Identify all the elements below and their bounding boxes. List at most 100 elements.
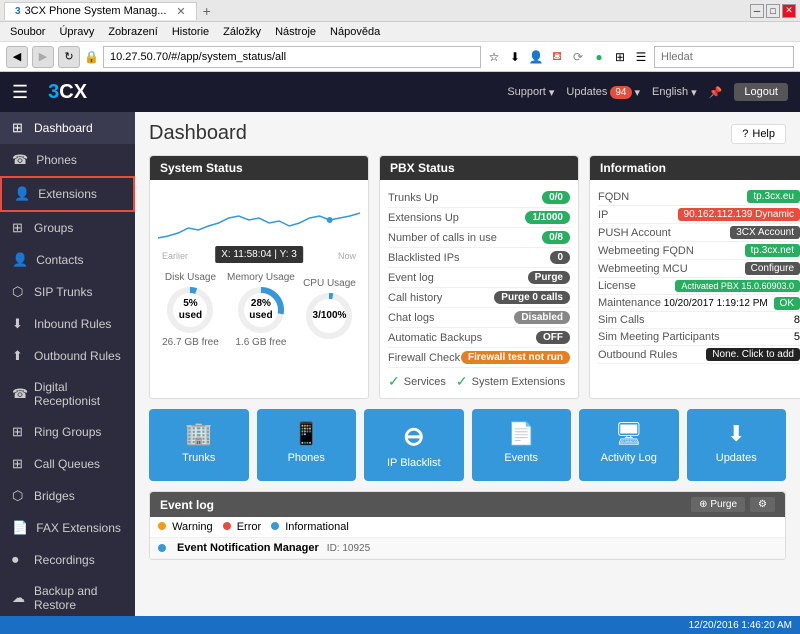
- event-type-dot: [158, 544, 166, 552]
- back-btn[interactable]: ◀: [6, 46, 28, 68]
- pbx-firewall-label: Firewall Check: [388, 352, 460, 364]
- menu-upravy[interactable]: Úpravy: [53, 25, 100, 39]
- content-header: Dashboard ? Help: [149, 122, 786, 145]
- sidebar-item-backup[interactable]: ☁ Backup and Restore: [0, 576, 135, 616]
- logo: 3CX: [48, 81, 87, 104]
- sidebar-item-dashboard[interactable]: ⊞ Dashboard: [0, 112, 135, 144]
- menu-historie[interactable]: Historie: [166, 25, 215, 39]
- sidebar-item-extensions[interactable]: 👤 Extensions: [0, 176, 135, 212]
- forward-btn[interactable]: ▶: [32, 46, 54, 68]
- support-chevron: ▾: [549, 86, 555, 99]
- information-card: Information FQDN tp.3cx.eu IP 90.162.112…: [589, 155, 800, 399]
- close-btn[interactable]: ✕: [782, 4, 796, 18]
- contacts-icon: 👤: [12, 252, 28, 268]
- purge-label: Purge: [710, 499, 737, 510]
- info-label: Informational: [285, 521, 349, 533]
- hamburger-icon[interactable]: ☰: [12, 82, 28, 103]
- menu-nastroje[interactable]: Nástroje: [269, 25, 322, 39]
- support-btn[interactable]: Support ▾: [507, 86, 554, 99]
- disk-free: 26.7 GB free: [162, 337, 219, 348]
- menu-icon[interactable]: ☰: [632, 48, 650, 66]
- menu-zalozky[interactable]: Záložky: [217, 25, 267, 39]
- info-simmeeting-label: Sim Meeting Participants: [598, 331, 720, 343]
- sidebar-item-sip-trunks[interactable]: ⬡ SIP Trunks: [0, 276, 135, 308]
- activity-log-label: Activity Log: [601, 452, 657, 464]
- pin-icon[interactable]: 📌: [709, 86, 723, 99]
- maximize-btn[interactable]: □: [766, 4, 780, 18]
- title-bar-left: 3 3CX Phone System Manag... ✕ +: [4, 2, 211, 20]
- sidebar-item-ring-groups[interactable]: ⊞ Ring Groups: [0, 416, 135, 448]
- info-row-sim-calls: Sim Calls 8: [598, 312, 800, 329]
- green-icon[interactable]: ●: [590, 48, 608, 66]
- menu-soubor[interactable]: Soubor: [4, 25, 51, 39]
- sync-icon[interactable]: ⟳: [569, 48, 587, 66]
- new-tab-btn[interactable]: +: [203, 3, 211, 19]
- event-log-header: Event log ⊕ Purge ⚙: [150, 492, 785, 517]
- ip-blacklist-btn[interactable]: ⊖ IP Blacklist: [364, 409, 464, 481]
- updates-btn[interactable]: Updates 94 ▾: [566, 86, 640, 99]
- pbx-row-callhistory: Call history Purge 0 calls: [388, 288, 570, 308]
- address-bar: ◀ ▶ ↻ 🔒 ☆ ⬇ 👤 ⛾ ⟳ ● ⊞ ☰: [0, 42, 800, 72]
- event-log-settings-btn[interactable]: ⚙: [750, 497, 775, 512]
- pbx-eventlog-label: Event log: [388, 272, 434, 284]
- info-mcu-value[interactable]: Configure: [745, 262, 800, 275]
- tab-close[interactable]: ✕: [176, 5, 185, 18]
- sidebar-item-call-queues[interactable]: ⊞ Call Queues: [0, 448, 135, 480]
- menu-zobrazeni[interactable]: Zobrazení: [102, 25, 164, 39]
- sidebar-item-backup-label: Backup and Restore: [34, 584, 123, 612]
- events-btn[interactable]: 📄 Events: [472, 409, 572, 481]
- sidebar-item-inbound-rules[interactable]: ⬇ Inbound Rules: [0, 308, 135, 340]
- star-icon[interactable]: ☆: [485, 48, 503, 66]
- tab-title: 3CX Phone System Manag...: [25, 5, 167, 17]
- logout-btn[interactable]: Logout: [734, 83, 788, 101]
- pbx-row-backups: Automatic Backups OFF: [388, 328, 570, 348]
- reload-btn[interactable]: ↻: [58, 46, 80, 68]
- address-input[interactable]: [103, 46, 481, 68]
- disk-label: Disk Usage: [162, 272, 219, 283]
- sidebar-item-outbound-rules[interactable]: ⬆ Outbound Rules: [0, 340, 135, 372]
- disk-usage: Disk Usage 5% used 26.7 GB free: [162, 272, 219, 348]
- sidebar-item-recordings[interactable]: ⏺ Recordings: [0, 544, 135, 576]
- trunks-btn[interactable]: 🏢 Trunks: [149, 409, 249, 481]
- language-btn[interactable]: English ▾: [652, 86, 697, 99]
- apps-icon[interactable]: ⊞: [611, 48, 629, 66]
- menu-napoveda[interactable]: Nápověda: [324, 25, 386, 39]
- pbx-firewall-value[interactable]: Firewall test not run: [461, 351, 570, 364]
- info-simcalls-label: Sim Calls: [598, 314, 644, 326]
- user-icon[interactable]: 👤: [527, 48, 545, 66]
- main-layout: ⊞ Dashboard ☎ Phones 👤 Extensions ⊞ Grou…: [0, 112, 800, 616]
- menu-bar: Soubor Úpravy Zobrazení Historie Záložky…: [0, 22, 800, 42]
- download-icon[interactable]: ⬇: [506, 48, 524, 66]
- updates-badge: 94: [610, 86, 631, 99]
- updates-action-btn[interactable]: ⬇ Updates: [687, 409, 787, 481]
- pbx-eventlog-value[interactable]: Purge: [528, 271, 570, 284]
- pbx-status-header: PBX Status: [380, 156, 578, 180]
- vpn-icon[interactable]: ⛾: [548, 48, 566, 66]
- sidebar-item-fax[interactable]: 📄 FAX Extensions: [0, 512, 135, 544]
- sidebar-item-digital-receptionist[interactable]: ☎ Digital Receptionist: [0, 372, 135, 416]
- sidebar-item-groups[interactable]: ⊞ Groups: [0, 212, 135, 244]
- usage-row: Disk Usage 5% used 26.7 GB free: [158, 268, 360, 352]
- system-status-body: X: 11:58:04 | Y: 3 Earlier Now Disk Usag…: [150, 180, 368, 360]
- cpu-circle: 3/100%: [304, 291, 354, 341]
- activity-log-btn[interactable]: 🖥 Activity Log: [579, 409, 679, 481]
- browser-tab[interactable]: 3 3CX Phone System Manag... ✕: [4, 2, 197, 20]
- search-input[interactable]: [654, 46, 794, 68]
- info-push-value: 3CX Account: [730, 226, 800, 239]
- minimize-btn[interactable]: ─: [750, 4, 764, 18]
- maintenance-ok-badge: OK: [774, 297, 800, 310]
- pbx-row-chatlogs: Chat logs Disabled: [388, 308, 570, 328]
- info-row-fqdn: FQDN tp.3cx.eu: [598, 188, 800, 206]
- event-log-purge-btn[interactable]: ⊕ Purge: [691, 497, 745, 512]
- phones-action-btn[interactable]: 📱 Phones: [257, 409, 357, 481]
- sidebar-item-contacts[interactable]: 👤 Contacts: [0, 244, 135, 276]
- info-row-maintenance: Maintenance 10/20/2017 1:19:12 PM OK: [598, 295, 800, 312]
- chart-time-start: Earlier: [162, 251, 188, 261]
- sidebar-item-phones[interactable]: ☎ Phones: [0, 144, 135, 176]
- activity-log-icon: 🖥: [615, 421, 643, 447]
- sidebar-item-bridges[interactable]: ⬡ Bridges: [0, 480, 135, 512]
- info-outbound-value[interactable]: None. Click to add: [706, 348, 800, 361]
- help-btn[interactable]: ? Help: [731, 124, 786, 144]
- info-row-license: License Activated PBX 15.0.60903.0: [598, 278, 800, 295]
- pbx-callhistory-value[interactable]: Purge 0 calls: [494, 291, 570, 304]
